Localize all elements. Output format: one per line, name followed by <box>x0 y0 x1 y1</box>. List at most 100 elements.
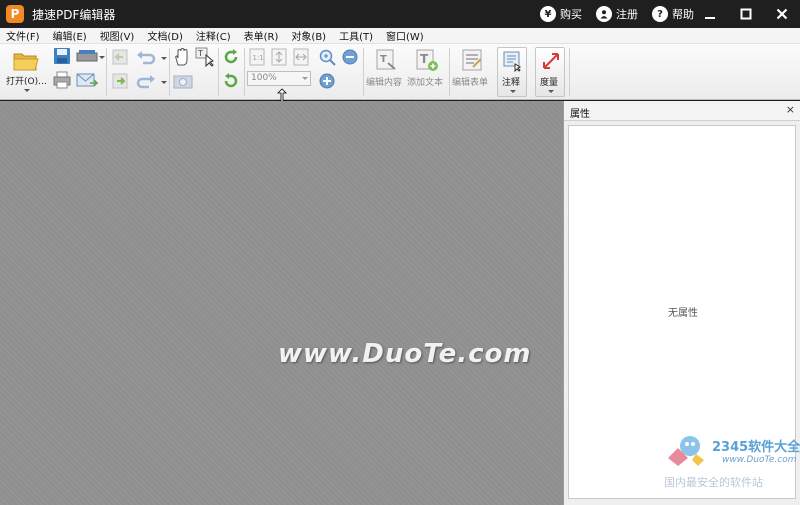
chevron-down-icon <box>510 90 516 93</box>
fit-width-icon <box>293 48 309 66</box>
redo-icon <box>136 75 155 89</box>
email-button[interactable] <box>76 71 99 93</box>
maximize-button[interactable] <box>728 0 764 28</box>
undo-button[interactable] <box>135 48 167 68</box>
app-logo-icon: P <box>6 5 24 23</box>
svg-text:T: T <box>420 52 429 66</box>
next-view-button[interactable] <box>111 72 131 92</box>
select-text-button[interactable]: T <box>195 47 217 68</box>
menu-file[interactable]: 文件(F) <box>6 28 40 43</box>
register-link[interactable]: 注册 <box>596 6 638 22</box>
properties-title: 属性 <box>570 109 590 120</box>
toolbar-separator <box>363 48 364 96</box>
user-icon <box>596 6 612 22</box>
app-title: 捷速PDF编辑器 <box>32 7 116 22</box>
annotate-button[interactable]: 注释 <box>497 47 527 97</box>
form-icon <box>462 49 482 71</box>
rotate-counterclockwise-icon <box>224 73 238 88</box>
menu-object[interactable]: 对象(B) <box>291 28 326 43</box>
toolbar-separator <box>449 48 450 96</box>
add-text-icon: T <box>416 49 438 71</box>
zoom-out-button[interactable] <box>341 48 361 68</box>
menu-tools[interactable]: 工具(T) <box>339 28 373 43</box>
scan-button[interactable] <box>76 47 106 67</box>
mascot-logo-icon <box>668 436 704 466</box>
register-label: 注册 <box>616 8 638 21</box>
menu-form[interactable]: 表单(R) <box>244 28 279 43</box>
scanner-icon <box>76 50 98 62</box>
edit-content-button[interactable]: T 编辑内容 <box>366 46 406 98</box>
edit-content-label: 编辑内容 <box>366 78 403 88</box>
actual-size-button[interactable]: 1:1 <box>249 48 267 68</box>
snapshot-button[interactable] <box>173 72 195 92</box>
menu-bar: 文件(F) 编辑(E) 视图(V) 文档(D) 注释(C) 表单(R) 对象(B… <box>0 28 800 44</box>
yuan-icon: ¥ <box>540 6 556 22</box>
redo-button[interactable] <box>135 72 167 92</box>
chevron-down-icon <box>161 57 167 60</box>
rotate-clockwise-icon <box>224 49 238 64</box>
fit-page-icon <box>271 48 287 66</box>
chevron-down-icon <box>161 81 167 84</box>
plus-circle-icon <box>319 73 335 89</box>
menu-edit[interactable]: 编辑(E) <box>53 28 87 43</box>
magnifier-icon <box>319 49 336 66</box>
help-link[interactable]: ? 帮助 <box>652 6 694 22</box>
previous-view-button[interactable] <box>111 48 131 68</box>
camera-icon <box>173 75 193 89</box>
minimize-icon <box>705 17 715 19</box>
annotate-label: 注释 <box>502 78 521 88</box>
menu-window[interactable]: 窗口(W) <box>386 28 424 43</box>
buy-link[interactable]: ¥ 购买 <box>540 6 582 22</box>
fit-page-button[interactable] <box>271 48 289 68</box>
zoom-in-tool-button[interactable] <box>318 48 338 68</box>
open-label: 打开(O)... <box>6 77 47 87</box>
menu-document[interactable]: 文档(D) <box>147 28 183 43</box>
document-workspace[interactable]: www.DuoTe.com <box>0 101 563 505</box>
hand-tool-button[interactable] <box>173 47 193 67</box>
minimize-button[interactable] <box>692 0 728 28</box>
select-text-icon: T <box>195 47 214 68</box>
help-label: 帮助 <box>672 8 694 21</box>
properties-close-icon[interactable]: × <box>786 103 795 116</box>
edit-form-button[interactable]: 编辑表单 <box>452 46 492 98</box>
rotate-clockwise-button[interactable] <box>222 48 242 68</box>
print-button[interactable] <box>53 71 73 93</box>
add-text-label: 添加文本 <box>407 78 444 88</box>
brand-slogan: 国内最安全的软件站 <box>664 476 763 489</box>
open-button[interactable]: 打开(O)... <box>4 46 50 98</box>
toolbar-separator <box>569 48 570 96</box>
toolbar-separator <box>106 48 107 96</box>
fit-width-button[interactable] <box>293 48 311 68</box>
save-button[interactable] <box>53 47 73 67</box>
toolbar-separator <box>244 48 245 96</box>
svg-text:T: T <box>380 54 387 65</box>
title-bar: P 捷速PDF编辑器 ¥ 购买 注册 ? 帮助 <box>0 0 800 28</box>
minus-circle-icon <box>342 49 358 65</box>
zoom-value: 100% <box>251 73 277 83</box>
edit-content-icon: T <box>376 49 396 70</box>
menu-comment[interactable]: 注释(C) <box>196 28 231 43</box>
folder-icon <box>13 53 39 71</box>
menu-view[interactable]: 视图(V) <box>100 28 135 43</box>
svg-text:T: T <box>197 49 203 58</box>
arrow-right-icon <box>112 73 128 89</box>
brand-watermark: 2345软件大全 www.DuoTe.com 国内最安全的软件站 <box>660 430 800 500</box>
close-button[interactable] <box>764 0 800 28</box>
watermark-text: www.DuoTe.com <box>278 339 532 369</box>
zoom-in-button[interactable] <box>318 72 338 92</box>
add-text-button[interactable]: T 添加文本 <box>407 46 447 98</box>
chevron-down-icon <box>302 77 308 80</box>
toolbar-separator <box>218 48 219 96</box>
chevron-down-icon <box>548 90 554 93</box>
ruler-icon <box>543 53 559 69</box>
chevron-down-icon <box>24 89 30 92</box>
measure-button[interactable]: 度量 <box>535 47 565 97</box>
buy-label: 购买 <box>560 8 582 21</box>
rotate-counterclockwise-button[interactable] <box>222 72 242 92</box>
arrow-left-icon <box>112 49 128 65</box>
zoom-select[interactable]: 100% <box>247 71 311 86</box>
edit-form-label: 编辑表单 <box>452 78 489 88</box>
no-properties-text: 无属性 <box>668 308 698 319</box>
toolbar-separator <box>169 48 170 96</box>
actual-size-icon: 1:1 <box>249 48 265 66</box>
